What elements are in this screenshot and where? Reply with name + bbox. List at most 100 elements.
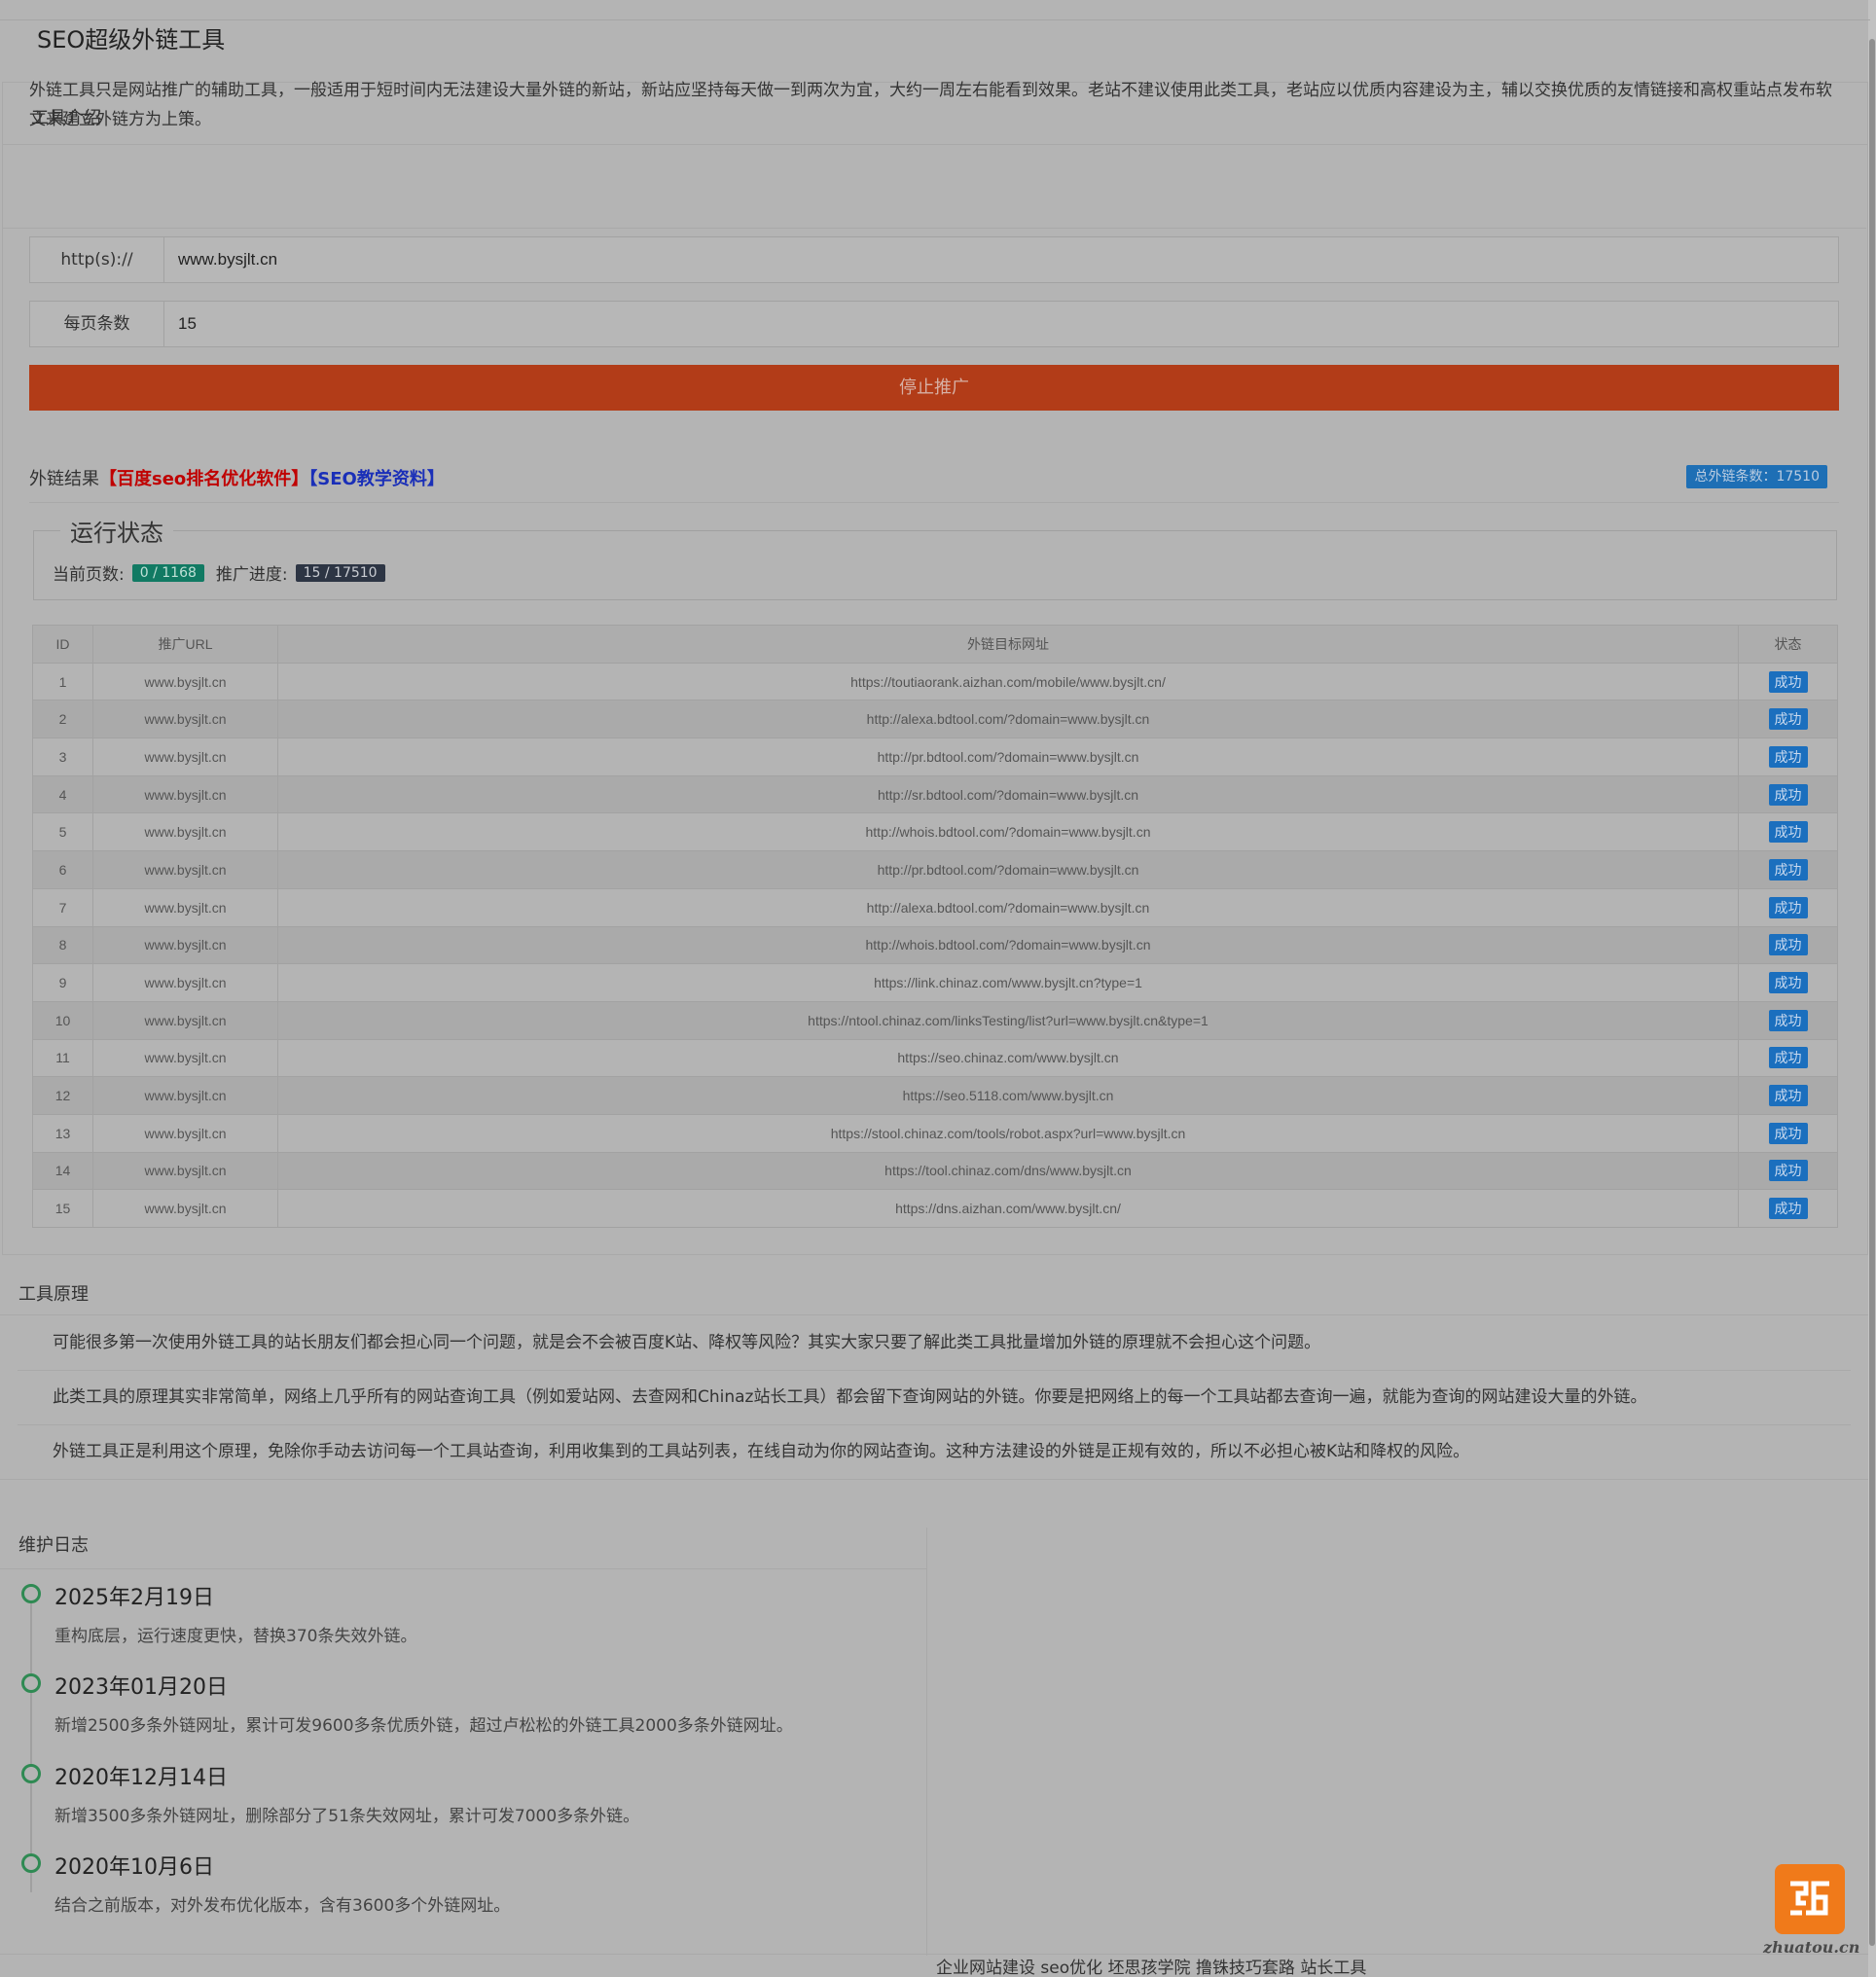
footer-divider: [0, 1954, 1868, 1955]
link-seo-materials[interactable]: SEO教学资料: [317, 469, 427, 489]
cell-promo-url: www.bysjlt.cn: [92, 1113, 278, 1153]
title-fieldset: [0, 19, 1870, 41]
cell-promo-url: www.bysjlt.cn: [92, 850, 278, 889]
intro-divider: [2, 228, 1866, 229]
cell-status: 成功: [1738, 1038, 1838, 1078]
timeline-dot: [21, 1853, 41, 1873]
results-heading: 外链结果【百度seo排名优化软件】【SEO教学资料】: [29, 465, 445, 490]
scrollbar-thumb[interactable]: [1869, 39, 1875, 1946]
table-row: 7 www.bysjlt.cn http://alexa.bdtool.com/?d…: [32, 887, 1838, 927]
cell-target-url[interactable]: http://alexa.bdtool.com/?domain=www.bysj…: [277, 887, 1739, 927]
timeline-line: [30, 1600, 32, 1892]
cell-promo-url: www.bysjlt.cn: [92, 1038, 278, 1078]
intro-text: 外链工具只是网站推广的辅助工具，一般适用于短时间内无法建设大量外链的新站，新站应…: [29, 81, 1832, 129]
cell-target-url[interactable]: http://whois.bdtool.com/?domain=www.bysj…: [277, 812, 1739, 852]
status-badge: 成功: [1768, 821, 1808, 844]
cell-target-url[interactable]: https://dns.aizhan.com/www.bysjlt.cn/: [277, 1189, 1739, 1228]
cell-id: 9: [32, 963, 93, 1002]
cell-promo-url: www.bysjlt.cn: [92, 925, 278, 965]
cell-id: 13: [32, 1113, 93, 1153]
page-title: SEO超级外链工具: [27, 23, 235, 56]
scrollbar-track[interactable]: [1868, 0, 1876, 1977]
protocol-label: http(s)://: [30, 237, 164, 282]
log-text: 结合之前版本，对外发布优化版本，含有3600多个外链网址。: [54, 1896, 511, 1916]
watermark-text: zhuatou.cn: [1763, 1938, 1860, 1957]
zhuatou-logo-icon[interactable]: [1775, 1864, 1845, 1934]
cell-status: 成功: [1738, 1151, 1838, 1191]
cell-id: 3: [32, 737, 93, 776]
url-field-row: http(s)://: [29, 236, 1839, 283]
per-page-label: 每页条数: [30, 302, 164, 346]
log-column-divider: [926, 1528, 927, 1956]
cell-id: 15: [32, 1189, 93, 1228]
cell-target-url[interactable]: https://toutiaorank.aizhan.com/mobile/ww…: [277, 662, 1739, 701]
principle-paragraph-2: 此类工具的原理其实非常简单，网络上几乎所有的网站查询工具（例如爱站网、去查网和C…: [18, 1371, 1851, 1425]
col-id: ID: [32, 625, 93, 664]
log-date: 2020年10月6日: [54, 1855, 214, 1880]
status-badge: 成功: [1768, 1160, 1808, 1182]
principle-divider: [0, 1479, 1868, 1480]
results-label: 外链结果: [29, 469, 99, 489]
cell-target-url[interactable]: http://pr.bdtool.com/?domain=www.bysjlt.…: [277, 737, 1739, 776]
principle-header: [0, 1255, 1868, 1315]
table-row: 6 www.bysjlt.cn http://pr.bdtool.com/?doma…: [32, 850, 1838, 889]
table-row: 8 www.bysjlt.cn http://whois.bdtool.com/?d…: [32, 925, 1838, 965]
cell-id: 12: [32, 1076, 93, 1115]
stop-promotion-button[interactable]: 停止推广: [29, 365, 1839, 411]
cell-target-url[interactable]: http://sr.bdtool.com/?domain=www.bysjlt.…: [277, 774, 1739, 814]
cell-status: 成功: [1738, 963, 1838, 1002]
cell-status: 成功: [1738, 925, 1838, 965]
cell-promo-url: www.bysjlt.cn: [92, 774, 278, 814]
status-badge: 成功: [1768, 934, 1808, 956]
cell-id: 6: [32, 850, 93, 889]
cell-id: 11: [32, 1038, 93, 1078]
table-header-row: ID 推广URL 外链目标网址 状态: [32, 625, 1838, 664]
cell-target-url[interactable]: http://alexa.bdtool.com/?domain=www.bysj…: [277, 700, 1739, 739]
timeline-dot: [21, 1673, 41, 1693]
page-badge: 0 / 1168: [131, 563, 204, 582]
status-badge: 成功: [1768, 896, 1808, 918]
cell-target-url[interactable]: https://ntool.chinaz.com/linksTesting/li…: [277, 1000, 1739, 1040]
log-date: 2025年2月19日: [54, 1586, 214, 1610]
status-legend: 运行状态: [60, 514, 173, 548]
cell-promo-url: www.bysjlt.cn: [92, 737, 278, 776]
status-badge: 成功: [1768, 783, 1808, 806]
cell-status: 成功: [1738, 850, 1838, 889]
link-seo-software[interactable]: 百度seo排名优化软件: [117, 469, 291, 489]
url-input[interactable]: [164, 237, 1838, 282]
cell-target-url[interactable]: http://pr.bdtool.com/?domain=www.bysjlt.…: [277, 850, 1739, 889]
cell-id: 10: [32, 1000, 93, 1040]
cell-target-url[interactable]: https://stool.chinaz.com/tools/robot.asp…: [277, 1113, 1739, 1153]
bracket-open: 【: [308, 469, 318, 489]
cell-promo-url: www.bysjlt.cn: [92, 963, 278, 1002]
log-text: 新增3500多条外链网址，删除部分了51条失效网址，累计可发7000多条外链。: [54, 1807, 640, 1826]
cell-target-url[interactable]: http://whois.bdtool.com/?domain=www.bysj…: [277, 925, 1739, 965]
table-row: 9 www.bysjlt.cn https://link.chinaz.com/ww…: [32, 963, 1838, 1002]
status-badge: 成功: [1768, 670, 1808, 693]
cell-target-url[interactable]: https://seo.chinaz.com/www.bysjlt.cn: [277, 1038, 1739, 1078]
cell-status: 成功: [1738, 887, 1838, 927]
cell-target-url[interactable]: https://seo.5118.com/www.bysjlt.cn: [277, 1076, 1739, 1115]
progress-label: 推广进度:: [215, 565, 288, 585]
cell-id: 8: [32, 925, 93, 965]
log-text: 重构底层，运行速度更快，替换370条失效外链。: [54, 1627, 417, 1646]
log-divider: [0, 1568, 926, 1569]
cell-status: 成功: [1738, 812, 1838, 852]
cell-target-url[interactable]: https://tool.chinaz.com/dns/www.bysjlt.c…: [277, 1151, 1739, 1191]
status-badge: 成功: [1768, 858, 1808, 881]
table-row: 13 www.bysjlt.cn https://stool.chinaz.com/…: [32, 1113, 1838, 1153]
progress-badge: 15 / 17510: [295, 563, 385, 582]
footer-links[interactable]: 企业网站建设 seo优化 坯思孩学院 撸铢技巧套路 站长工具: [936, 1954, 1366, 1977]
bracket-close: 】: [426, 469, 445, 489]
table-row: 5 www.bysjlt.cn http://whois.bdtool.com/?d…: [32, 812, 1838, 852]
results-table: ID 推广URL 外链目标网址 状态 1 www.bysjlt.cn https:/…: [32, 625, 1838, 1228]
table-row: 10 www.bysjlt.cn https://ntool.chinaz.com/…: [32, 1000, 1838, 1040]
table-row: 14 www.bysjlt.cn https://tool.chinaz.com/d…: [32, 1151, 1838, 1191]
table-row: 11 www.bysjlt.cn https://seo.chinaz.com/ww…: [32, 1038, 1838, 1078]
log-heading: 维护日志: [18, 1535, 89, 1556]
per-page-input[interactable]: [164, 302, 1838, 346]
table-row: 15 www.bysjlt.cn https://dns.aizhan.com/ww…: [32, 1189, 1838, 1228]
cell-target-url[interactable]: https://link.chinaz.com/www.bysjlt.cn?ty…: [277, 963, 1739, 1002]
cell-id: 1: [32, 662, 93, 701]
cell-status: 成功: [1738, 774, 1838, 814]
